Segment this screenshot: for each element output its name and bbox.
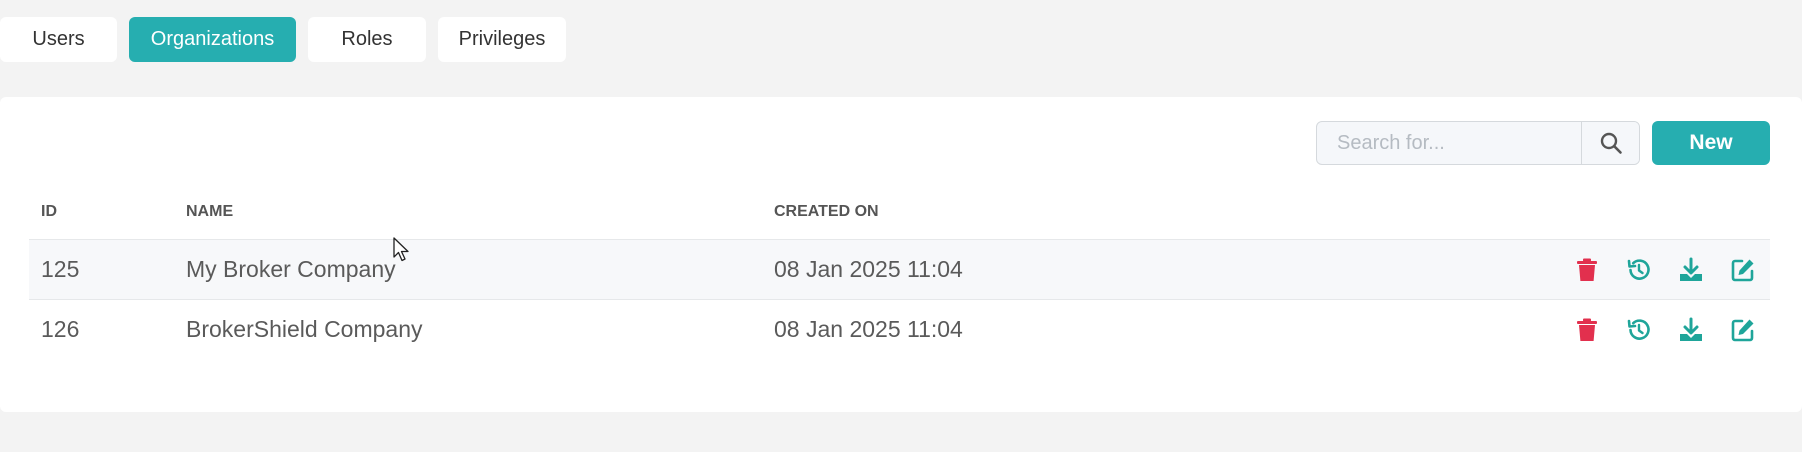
column-header-id[interactable]: ID — [41, 203, 57, 221]
row-id: 125 — [41, 256, 80, 282]
organizations-panel: New ID NAME CREATED ON 125 My Broker Com… — [0, 97, 1802, 412]
row-actions — [1574, 240, 1764, 299]
download-button[interactable] — [1678, 317, 1704, 343]
delete-button[interactable] — [1574, 317, 1600, 343]
tab-label: Privileges — [458, 28, 546, 50]
column-header-name[interactable]: NAME — [186, 203, 233, 221]
tab-label: Organizations — [150, 28, 275, 50]
row-name: My Broker Company — [186, 256, 396, 282]
edit-button[interactable] — [1730, 317, 1756, 343]
history-button[interactable] — [1626, 257, 1652, 283]
search-icon — [1600, 132, 1622, 154]
row-actions — [1574, 300, 1764, 359]
download-icon — [1680, 317, 1702, 341]
download-button[interactable] — [1678, 257, 1704, 283]
row-created-on: 08 Jan 2025 11:04 — [774, 256, 963, 282]
search-button[interactable] — [1581, 122, 1639, 164]
search-box — [1316, 121, 1640, 165]
row-created-on: 08 Jan 2025 11:04 — [774, 316, 963, 342]
table-header: ID NAME CREATED ON — [29, 203, 1770, 237]
trash-icon — [1577, 258, 1597, 281]
tab-label: Users — [32, 28, 85, 50]
history-icon — [1627, 319, 1650, 340]
row-id: 126 — [41, 316, 80, 342]
table-row[interactable]: 125 My Broker Company 08 Jan 2025 11:04 — [29, 239, 1770, 299]
search-input[interactable] — [1317, 122, 1581, 164]
tab-privileges[interactable]: Privileges — [438, 17, 566, 62]
tab-roles[interactable]: Roles — [308, 17, 426, 62]
row-name: BrokerShield Company — [186, 316, 423, 342]
column-header-created-on[interactable]: CREATED ON — [774, 203, 879, 221]
table-row[interactable]: 126 BrokerShield Company 08 Jan 2025 11:… — [29, 299, 1770, 359]
history-icon — [1627, 259, 1650, 280]
edit-icon — [1731, 319, 1754, 342]
history-button[interactable] — [1626, 317, 1652, 343]
download-icon — [1680, 257, 1702, 281]
new-button[interactable]: New — [1652, 121, 1770, 165]
tab-label: Roles — [341, 28, 393, 50]
trash-icon — [1577, 318, 1597, 341]
tab-organizations[interactable]: Organizations — [129, 17, 296, 62]
new-button-label: New — [1689, 131, 1733, 154]
edit-button[interactable] — [1730, 257, 1756, 283]
delete-button[interactable] — [1574, 257, 1600, 283]
edit-icon — [1731, 259, 1754, 282]
tab-users[interactable]: Users — [0, 17, 117, 62]
